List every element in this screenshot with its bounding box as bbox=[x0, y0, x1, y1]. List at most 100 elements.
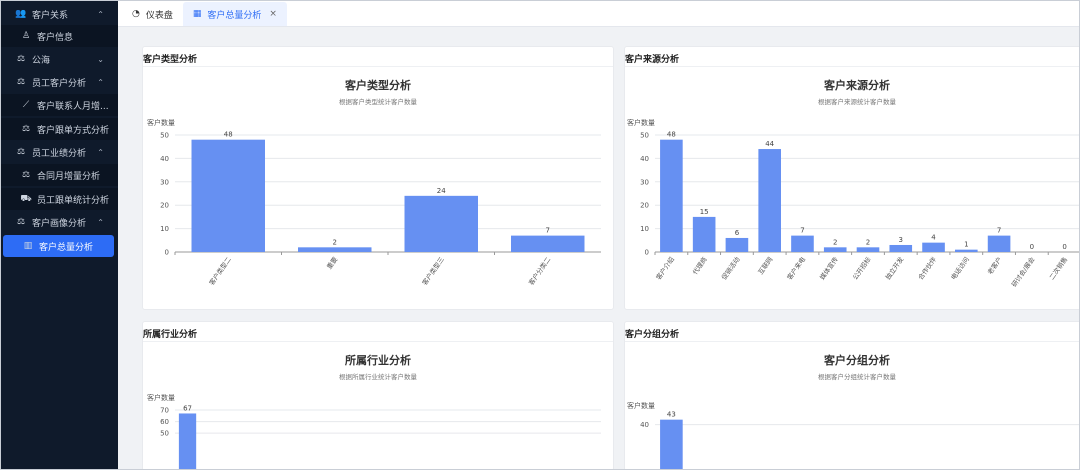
x-tick-label: 客户类型二 bbox=[207, 255, 233, 287]
data-label: 24 bbox=[437, 187, 446, 195]
chevron-up-icon: ⌃ bbox=[97, 217, 104, 227]
y-tick-label: 30 bbox=[640, 178, 649, 186]
data-label: 4 bbox=[931, 234, 936, 242]
sidebar-item-customer-info[interactable]: ♙ 客户信息 bbox=[1, 25, 118, 47]
panel-header: 客户类型分析 bbox=[143, 47, 613, 67]
x-tick-label: 代理商 bbox=[690, 255, 709, 277]
y-tick-label: 40 bbox=[160, 155, 169, 163]
y-tick-label: 50 bbox=[160, 132, 169, 140]
panel-customer-source: 客户来源分析 客户来源分析 根据客户来源统计客户数量 客户数量 0 10 20 30 40… bbox=[624, 46, 1079, 310]
y-tick-label: 50 bbox=[160, 430, 169, 438]
panel-header: 所属行业分析 bbox=[143, 322, 613, 342]
data-label: 7 bbox=[800, 227, 804, 235]
data-label: 48 bbox=[224, 131, 233, 139]
data-label: 48 bbox=[667, 131, 676, 139]
sidebar-item-customer-relation[interactable]: 👥 客户关系 ⌃ bbox=[1, 3, 118, 25]
grid-icon: ▦ bbox=[192, 9, 202, 19]
x-tick-label: 客户来电 bbox=[785, 255, 808, 282]
tab-1[interactable]: ▦ 客户总量分析 × bbox=[182, 2, 287, 26]
sidebar-item-staff-customer-analysis[interactable]: ⚖ 员工客户分析 ⌃ bbox=[1, 71, 118, 93]
y-axis-label: 客户数量 bbox=[147, 393, 175, 402]
x-tick-label: 客户介绍 bbox=[654, 255, 677, 282]
bar bbox=[922, 242, 945, 252]
sidebar-item-customer-total[interactable]: ▥ 客户总量分析 bbox=[3, 235, 114, 257]
chevron-up-icon: ⌃ bbox=[97, 9, 104, 19]
scale-icon: ⚖ bbox=[21, 124, 31, 134]
sidebar-item-staff-performance[interactable]: ⚖ 员工业绩分析 ⌃ bbox=[1, 141, 118, 163]
bar bbox=[823, 247, 847, 252]
x-tick-label: 重要 bbox=[325, 255, 339, 271]
data-label: 1 bbox=[964, 241, 968, 249]
sidebar-item-label: 合同月增量分析 bbox=[37, 171, 101, 182]
chart-customer-source: 客户数量01020304050 48客户介绍15代理商6促销活动44互联网7客户来… bbox=[627, 118, 1079, 289]
sidebar-item-follow-method-analysis[interactable]: ⚖ 客户跟单方式分析 bbox=[1, 118, 118, 140]
x-tick-label: 研讨会/展会 bbox=[1009, 255, 1037, 289]
y-tick-label: 10 bbox=[160, 225, 169, 233]
chevron-up-icon: ⌃ bbox=[97, 147, 104, 157]
chart-subtitle: 根据客户类型统计客户数量 bbox=[339, 98, 417, 106]
tab-0[interactable]: ◔ 仪表盘 bbox=[122, 2, 183, 26]
scale-icon: ⚖ bbox=[16, 54, 26, 64]
y-tick-label: 40 bbox=[640, 421, 649, 429]
data-label: 67 bbox=[183, 404, 192, 412]
bar-chart-icon: ▥ bbox=[23, 241, 33, 251]
sidebar-item-customer-contact-monthly[interactable]: ⟋ 客户联系人月增... bbox=[1, 94, 118, 116]
data-label: 3 bbox=[899, 236, 903, 244]
data-label: 7 bbox=[546, 227, 550, 235]
sidebar-item-staff-follow-stats[interactable]: ⛟ 员工跟单统计分析 bbox=[1, 188, 118, 210]
sidebar-item-public-sea[interactable]: ⚖ 公海 ⌄ bbox=[1, 48, 118, 70]
main-area: ◔ 仪表盘 ▦ 客户总量分析 × 客户类型分析 客户类型分析 根据客户类型统计客户数量 … bbox=[118, 1, 1079, 469]
y-axis-label: 客户数量 bbox=[147, 118, 175, 127]
bar bbox=[511, 235, 585, 252]
bar bbox=[660, 419, 683, 469]
cart-icon: ⛟ bbox=[20, 193, 32, 204]
y-tick-label: 70 bbox=[160, 407, 169, 415]
data-label: 7 bbox=[997, 227, 1001, 235]
x-tick-label: 客户类型三 bbox=[420, 255, 446, 287]
chart-title: 客户类型分析 bbox=[345, 79, 411, 92]
y-tick-label: 0 bbox=[645, 249, 649, 257]
y-tick-label: 20 bbox=[160, 202, 169, 210]
x-tick-label: 互联网 bbox=[756, 255, 775, 276]
bar bbox=[404, 195, 478, 252]
chart-industry: 客户数量 50 60 70 67 bbox=[147, 393, 601, 469]
bar bbox=[955, 249, 978, 252]
sidebar-item-label: 客户跟单方式分析 bbox=[37, 125, 110, 136]
chart-subtitle: 根据所属行业统计客户数量 bbox=[339, 373, 417, 381]
panel-customer-group: 客户分组分析 客户分组分析 根据客户分组统计客户数量 客户数量 40 43 bbox=[624, 321, 1079, 469]
sidebar-item-label: 客户画像分析 bbox=[32, 218, 87, 229]
bar bbox=[856, 247, 880, 252]
y-tick-label: 40 bbox=[640, 155, 649, 163]
y-tick-label: 10 bbox=[640, 225, 649, 233]
y-tick-label: 60 bbox=[160, 418, 169, 426]
scale-icon: ⚖ bbox=[21, 170, 31, 180]
bar bbox=[191, 139, 265, 252]
data-label: 0 bbox=[1062, 243, 1066, 251]
data-label: 6 bbox=[735, 229, 740, 237]
bar bbox=[660, 139, 683, 252]
bar bbox=[725, 237, 749, 252]
panel-industry: 所属行业分析 所属行业分析 根据所属行业统计客户数量 客户数量 50 60 70 67 bbox=[142, 321, 614, 469]
data-label: 2 bbox=[866, 238, 870, 246]
x-tick-label: 客户分类二 bbox=[526, 255, 552, 287]
bar bbox=[758, 149, 781, 252]
panel-header: 客户分组分析 bbox=[625, 322, 1079, 342]
line-chart-icon: ⟋ bbox=[22, 100, 30, 110]
data-label: 2 bbox=[333, 238, 337, 246]
sidebar-item-customer-portrait[interactable]: ⚖ 客户画像分析 ⌃ bbox=[1, 211, 118, 233]
close-icon[interactable]: × bbox=[269, 9, 277, 19]
scale-icon: ⚖ bbox=[16, 217, 26, 227]
sidebar: 👥 客户关系 ⌃ ♙ 客户信息 ⚖ 公海 ⌄ ⚖ 员工客户分析 ⌃ ⟋ 客户联系人月增... ⚖ 客户跟单方… bbox=[1, 1, 118, 469]
bar bbox=[889, 244, 913, 252]
scale-icon: ⚖ bbox=[16, 147, 26, 157]
tab-bar: ◔ 仪表盘 ▦ 客户总量分析 × bbox=[118, 1, 1079, 27]
tab-label: 客户总量分析 bbox=[207, 10, 262, 21]
chart-title: 客户分组分析 bbox=[824, 354, 890, 367]
chart-title: 客户来源分析 bbox=[824, 79, 890, 92]
sidebar-item-label: 员工跟单统计分析 bbox=[37, 195, 110, 206]
x-tick-label: 公开招标 bbox=[850, 255, 873, 282]
x-tick-label: 独立开发 bbox=[883, 255, 906, 282]
user-icon: ♙ bbox=[21, 31, 31, 41]
sidebar-item-contract-monthly[interactable]: ⚖ 合同月增量分析 bbox=[1, 164, 118, 186]
sidebar-item-label: 员工客户分析 bbox=[32, 78, 87, 89]
